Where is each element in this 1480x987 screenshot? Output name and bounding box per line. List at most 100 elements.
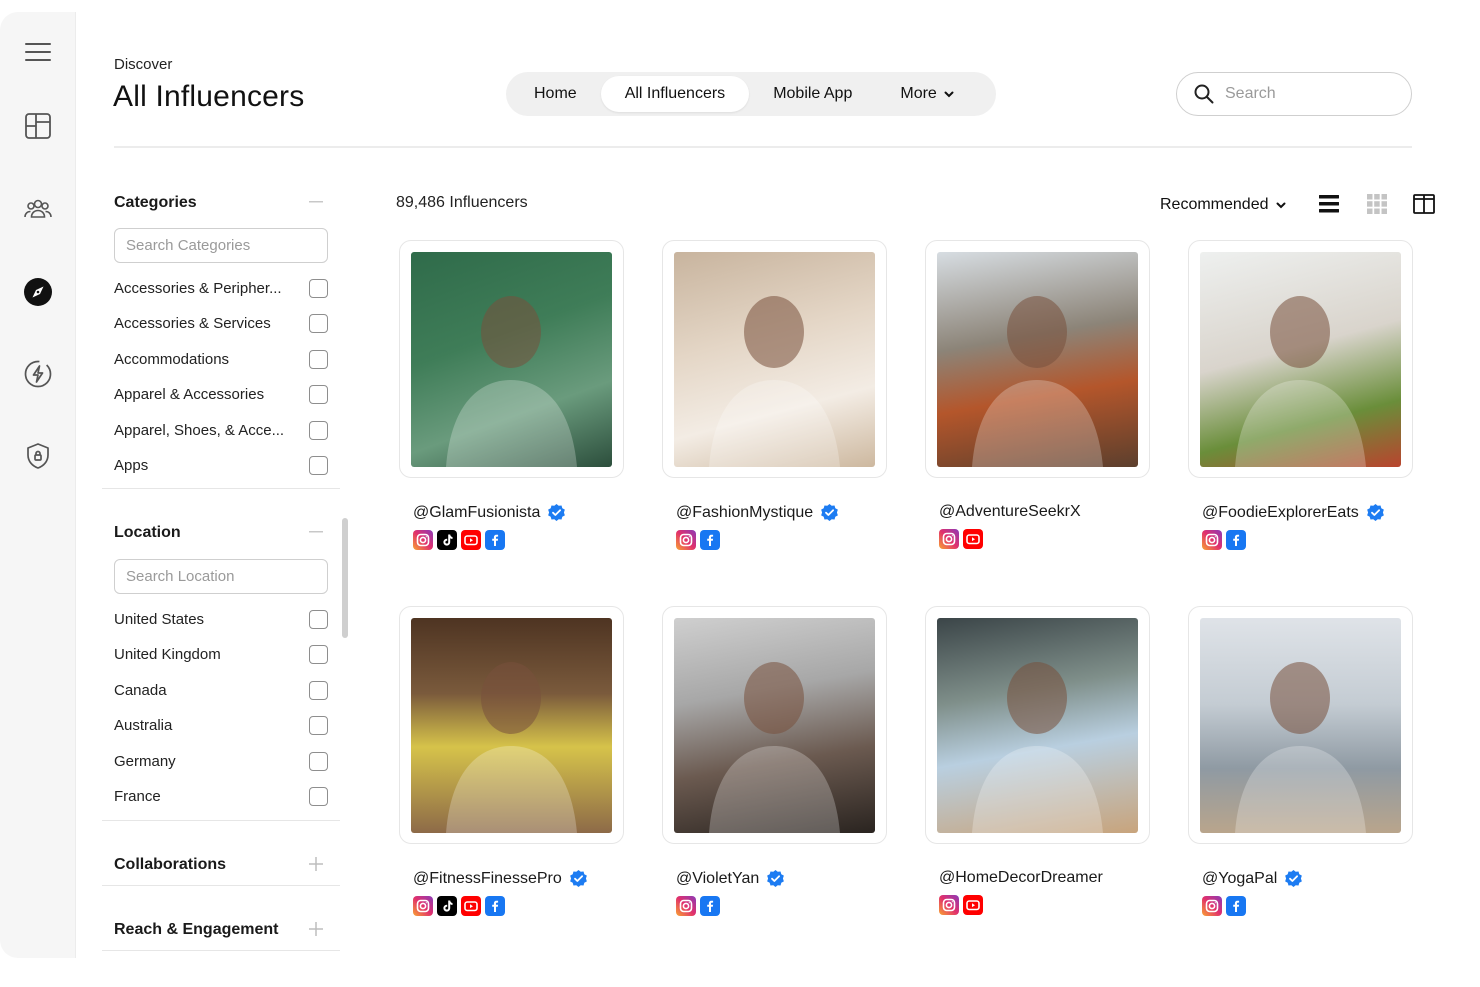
shield-icon[interactable]	[18, 436, 58, 476]
facebook-icon[interactable]	[485, 530, 505, 550]
facebook-icon[interactable]	[700, 896, 720, 916]
category-option[interactable]: Accommodations	[114, 347, 328, 371]
influencer-handle[interactable]: @FoodieExplorerEats	[1202, 504, 1359, 522]
filter-collaborations-title[interactable]: Collaborations	[114, 856, 226, 874]
influencer-handle[interactable]: @VioletYan	[676, 870, 759, 888]
search-input[interactable]	[1225, 85, 1395, 103]
influencer-handle[interactable]: @FashionMystique	[676, 504, 813, 522]
location-option[interactable]: United States	[114, 607, 328, 631]
category-option[interactable]: Apparel, Shoes, & Acce...	[114, 418, 328, 442]
filter-reach-title[interactable]: Reach & Engagement	[114, 921, 278, 939]
search-box[interactable]	[1176, 72, 1412, 116]
influencer-photo[interactable]	[411, 252, 612, 467]
expand-plus-icon[interactable]	[308, 856, 324, 872]
category-checkbox[interactable]	[309, 278, 328, 298]
tiktok-icon[interactable]	[437, 530, 457, 550]
expand-plus-icon[interactable]	[308, 921, 324, 937]
nav-more[interactable]: More	[876, 76, 978, 112]
search-categories-input[interactable]	[114, 228, 328, 263]
influencer-card[interactable]: @GlamFusionista	[399, 240, 624, 550]
influencer-photo-frame[interactable]	[662, 606, 887, 844]
category-option[interactable]: Accessories & Services	[114, 311, 328, 335]
filter-scrollbar[interactable]	[342, 518, 348, 638]
instagram-icon[interactable]	[939, 529, 959, 549]
influencer-card[interactable]: @VioletYan	[662, 606, 887, 916]
influencer-handle[interactable]: @FitnessFinessePro	[413, 870, 562, 888]
influencer-photo[interactable]	[1200, 618, 1401, 833]
location-checkbox[interactable]	[309, 609, 328, 629]
compass-icon[interactable]	[18, 272, 58, 312]
category-checkbox[interactable]	[309, 349, 328, 369]
grid-view-icon[interactable]	[1366, 193, 1388, 215]
tiktok-icon[interactable]	[437, 896, 457, 916]
influencer-photo-frame[interactable]	[925, 240, 1150, 478]
instagram-icon[interactable]	[676, 896, 696, 916]
nav-home[interactable]: Home	[510, 76, 601, 112]
location-option[interactable]: Australia	[114, 713, 328, 737]
category-option[interactable]: Apps	[114, 453, 328, 477]
instagram-icon[interactable]	[413, 896, 433, 916]
facebook-icon[interactable]	[700, 530, 720, 550]
influencer-photo-frame[interactable]	[399, 240, 624, 478]
collapse-icon[interactable]	[308, 194, 324, 210]
nav-all-influencers[interactable]: All Influencers	[600, 76, 750, 112]
influencer-photo[interactable]	[411, 618, 612, 833]
location-option[interactable]: France	[114, 784, 328, 808]
category-checkbox[interactable]	[309, 420, 328, 440]
influencer-photo[interactable]	[937, 618, 1138, 833]
influencer-photo[interactable]	[1200, 252, 1401, 467]
sort-dropdown[interactable]: Recommended	[1160, 196, 1287, 214]
dashboard-icon[interactable]	[18, 106, 58, 146]
influencer-photo[interactable]	[674, 252, 875, 467]
influencer-card[interactable]: @FoodieExplorerEats	[1188, 240, 1413, 550]
youtube-icon[interactable]	[963, 529, 983, 549]
category-option[interactable]: Accessories & Peripher...	[114, 276, 328, 300]
collapse-icon[interactable]	[308, 524, 324, 540]
influencer-handle[interactable]: @AdventureSeekrX	[939, 503, 1081, 521]
influencer-card[interactable]: @FitnessFinessePro	[399, 606, 624, 916]
influencer-photo-frame[interactable]	[1188, 606, 1413, 844]
instagram-icon[interactable]	[939, 895, 959, 915]
search-location-input[interactable]	[114, 559, 328, 594]
influencer-photo-frame[interactable]	[925, 606, 1150, 844]
influencer-card[interactable]: @FashionMystique	[662, 240, 887, 550]
location-option[interactable]: Canada	[114, 678, 328, 702]
youtube-icon[interactable]	[461, 896, 481, 916]
influencer-card[interactable]: @AdventureSeekrX	[925, 240, 1150, 549]
location-checkbox[interactable]	[309, 786, 328, 806]
category-checkbox[interactable]	[309, 313, 328, 333]
menu-icon[interactable]	[18, 32, 58, 72]
influencer-handle[interactable]: @YogaPal	[1202, 870, 1277, 888]
influencer-card[interactable]: @YogaPal	[1188, 606, 1413, 916]
nav-mobile-app[interactable]: Mobile App	[749, 76, 876, 112]
facebook-icon[interactable]	[1226, 896, 1246, 916]
location-option[interactable]: Germany	[114, 749, 328, 773]
list-view-icon[interactable]	[1318, 193, 1340, 215]
split-view-icon[interactable]	[1413, 193, 1435, 215]
instagram-icon[interactable]	[676, 530, 696, 550]
category-option[interactable]: Apparel & Accessories	[114, 382, 328, 406]
users-icon[interactable]	[18, 189, 58, 229]
facebook-icon[interactable]	[1226, 530, 1246, 550]
instagram-icon[interactable]	[413, 530, 433, 550]
influencer-card[interactable]: @HomeDecorDreamer	[925, 606, 1150, 915]
location-checkbox[interactable]	[309, 715, 328, 735]
lightning-icon[interactable]	[18, 354, 58, 394]
influencer-photo[interactable]	[674, 618, 875, 833]
influencer-photo-frame[interactable]	[399, 606, 624, 844]
location-option[interactable]: United Kingdom	[114, 642, 328, 666]
instagram-icon[interactable]	[1202, 530, 1222, 550]
influencer-handle[interactable]: @HomeDecorDreamer	[939, 869, 1103, 887]
location-checkbox[interactable]	[309, 644, 328, 664]
youtube-icon[interactable]	[461, 530, 481, 550]
influencer-handle[interactable]: @GlamFusionista	[413, 504, 540, 522]
influencer-photo[interactable]	[937, 252, 1138, 467]
youtube-icon[interactable]	[963, 895, 983, 915]
location-checkbox[interactable]	[309, 751, 328, 771]
facebook-icon[interactable]	[485, 896, 505, 916]
influencer-photo-frame[interactable]	[662, 240, 887, 478]
category-checkbox[interactable]	[309, 455, 328, 475]
location-checkbox[interactable]	[309, 680, 328, 700]
influencer-photo-frame[interactable]	[1188, 240, 1413, 478]
instagram-icon[interactable]	[1202, 896, 1222, 916]
